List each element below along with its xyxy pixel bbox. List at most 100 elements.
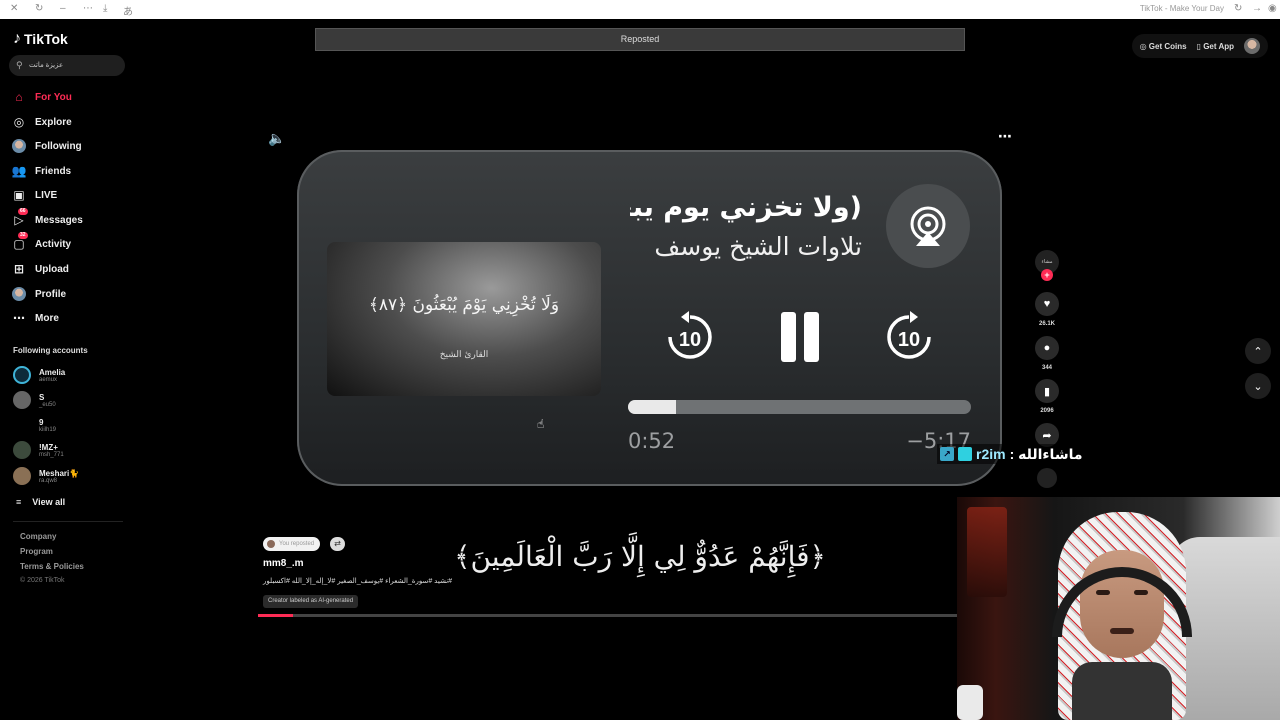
search-input[interactable]: ⚲ عزيزة ماتت [9, 55, 125, 76]
account-name: !MZ+ [39, 442, 58, 452]
nav-messages[interactable]: ▷ 66 Messages [12, 208, 122, 230]
skip-forward-button[interactable]: 10 [886, 310, 932, 362]
nav-label: Friends [35, 165, 72, 177]
pause-bar-right [804, 312, 819, 362]
airplay-icon[interactable] [886, 184, 970, 268]
footer-link-program[interactable]: Program [20, 547, 84, 562]
sidebar-divider [13, 521, 123, 522]
translate-icon[interactable]: あ [123, 3, 133, 18]
quran-caption: ﴿فَإِنَّهُمْ عَدُوٌّ لِي إِلَّا رَبَّ ال… [454, 540, 826, 573]
nav-label: LIVE [35, 189, 58, 201]
volume-icon[interactable]: 🔈 [268, 130, 285, 147]
get-coins-button[interactable]: ◎ Get Coins [1140, 42, 1187, 51]
reload-icon[interactable]: ↻ [35, 3, 43, 14]
bookmark-icon: ▮ [1043, 385, 1051, 398]
microphone [957, 685, 983, 720]
nav-friends[interactable]: 👥 Friends [12, 161, 122, 181]
chat-message: : ماشاءالله [1009, 445, 1083, 462]
nav-label: Profile [35, 288, 67, 300]
artwork-reciter: القارئ الشيخ [439, 350, 489, 360]
close-icon[interactable]: ✕ [10, 3, 18, 14]
pause-button[interactable] [779, 312, 821, 362]
video-progress-bar[interactable] [258, 614, 958, 617]
activity-badge: 32 [18, 232, 28, 239]
nav-label: Following [35, 140, 82, 152]
user-avatar[interactable] [1244, 38, 1260, 54]
extension-icon[interactable]: ◉ [1268, 3, 1277, 14]
tiktok-note-icon: ♪ [13, 30, 21, 47]
author-username[interactable]: mm8_.m [263, 558, 304, 569]
refresh-icon[interactable]: ↻ [1234, 3, 1242, 14]
view-all-label: View all [32, 497, 66, 507]
following-account[interactable]: 9 kiilh19 [13, 414, 123, 436]
pause-bar-left [781, 312, 796, 362]
skip-back-button[interactable]: 10 [667, 310, 713, 362]
nav-activity[interactable]: ▢ 32 Activity [12, 232, 122, 254]
sound-disc-icon[interactable] [1037, 468, 1057, 488]
comment-icon: ● [1043, 342, 1051, 354]
account-name: Meshari🐈 [39, 468, 80, 478]
previous-video-button[interactable]: ⌃ [1245, 338, 1271, 364]
chevron-down-icon: ⌄ [1253, 380, 1263, 393]
download-icon[interactable]: ⤓ [103, 3, 107, 14]
heart-icon: ♥ [1043, 298, 1051, 310]
minimize-icon[interactable]: – [60, 3, 66, 14]
repost-icon[interactable]: ⇄ [330, 537, 345, 551]
nav-following[interactable]: Following [12, 136, 122, 156]
nav-more[interactable]: ⋯ More [12, 308, 122, 328]
list-icon: ≡ [16, 497, 22, 507]
profile-avatar-icon [12, 287, 26, 301]
post-hashtags[interactable]: #نشيد #سورة_الشعراء #يوسف_الصغير #لا_إله… [263, 577, 452, 585]
track-progress-bar[interactable] [628, 400, 971, 414]
upload-icon: ⊞ [13, 262, 25, 276]
footer-link-company[interactable]: Company [20, 532, 84, 547]
get-app-button[interactable]: ▯ Get App [1197, 42, 1234, 51]
like-button[interactable]: ♥ [1035, 292, 1059, 316]
nav-for-you[interactable]: ⌂ For You [12, 87, 122, 107]
nav-label: For You [35, 91, 72, 103]
following-accounts-title: Following accounts [13, 346, 88, 355]
reposter-avatar [267, 540, 275, 548]
get-app-label: Get App [1203, 41, 1234, 51]
track-title: (ولا تخزني يوم يبعثون [630, 192, 862, 223]
save-button[interactable]: ▮ [1035, 379, 1059, 403]
following-account[interactable]: Meshari🐈 ra.qw8 [13, 465, 123, 487]
streamer-shirt [1072, 662, 1172, 720]
save-count: 2096 [1040, 408, 1054, 414]
reposted-banner: Reposted [315, 28, 965, 51]
nav-upload[interactable]: ⊞ Upload [12, 259, 122, 279]
next-video-button[interactable]: ⌄ [1245, 373, 1271, 399]
comment-count: 344 [1041, 365, 1052, 371]
following-account[interactable]: S _eu50 [13, 389, 123, 411]
account-avatar [13, 366, 31, 384]
activity-icon: ▢ 32 [13, 232, 28, 251]
tiktok-logo[interactable]: ♪ TikTok [13, 30, 68, 48]
home-icon: ⌂ [15, 90, 23, 104]
nav-label: Activity [35, 238, 72, 250]
you-reposted-pill[interactable]: You reposted [263, 537, 321, 551]
following-account[interactable]: Amelia aemux [13, 364, 123, 386]
like-count: 26.1K [1038, 321, 1055, 327]
nav-label: More [35, 312, 59, 324]
comment-button[interactable]: ● [1035, 336, 1059, 360]
account-name: Amelia [39, 367, 66, 377]
search-value: عزيزة ماتت [29, 62, 64, 69]
nav-profile[interactable]: Profile [12, 284, 122, 304]
account-avatar [13, 391, 31, 409]
forward-icon[interactable]: → [1252, 3, 1262, 14]
following-account[interactable]: !MZ+ msh_771 [13, 439, 123, 461]
nav-live[interactable]: ▣ LIVE [12, 185, 122, 205]
stream-chat-overlay: ↗ r2im : ماشاءالله [937, 444, 1086, 464]
skip-forward-label: 10 [898, 329, 920, 351]
streamer-figure [1052, 512, 1192, 720]
nav-explore[interactable]: ◎ Explore [12, 112, 122, 132]
avatar-icon [12, 139, 26, 153]
footer-link-terms[interactable]: Terms & Policies [20, 562, 84, 577]
sidebar: ♪ TikTok ⚲ عزيزة ماتت ⌂ For You ◎ Explor… [0, 19, 135, 720]
live-icon: ▣ [13, 188, 25, 202]
account-avatar [13, 416, 31, 434]
follow-plus-icon[interactable]: + [1041, 269, 1053, 281]
view-all-link[interactable]: ≡ View all [16, 497, 65, 507]
dots-icon[interactable]: ⋯ [83, 3, 93, 14]
video-more-icon[interactable]: ⋯ [998, 128, 1013, 145]
